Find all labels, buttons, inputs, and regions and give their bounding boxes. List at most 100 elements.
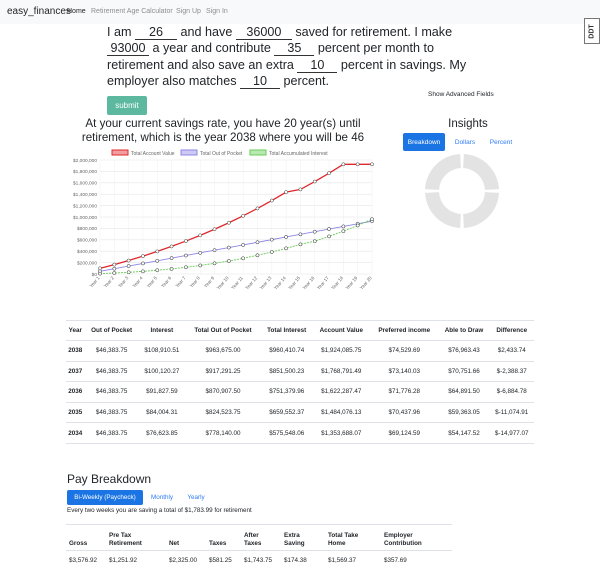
table-cell: $-2,388.37 <box>489 361 534 383</box>
x-tick-label: Year 3 <box>117 275 130 289</box>
table-cell: $778,140.00 <box>185 422 261 444</box>
table-cell: $59,363.05 <box>438 402 490 424</box>
data-point <box>327 171 331 176</box>
column-header: Total Out of Pocket <box>185 320 261 341</box>
data-point <box>327 227 331 231</box>
y-tick-label: $200,000 <box>77 260 97 266</box>
form-text: I am <box>107 25 132 39</box>
table-cell: $71,776.28 <box>369 381 439 403</box>
data-point <box>155 258 160 263</box>
table-cell: 2035 <box>66 402 85 424</box>
legend-swatch <box>111 149 129 156</box>
table-cell: $3,576.92 <box>69 557 98 565</box>
legend-swatch <box>249 149 267 156</box>
table-cell: $1,622,287.47 <box>312 381 370 403</box>
data-point <box>126 264 131 268</box>
pay-summary-note: Every two weeks you are saving a total o… <box>67 507 252 514</box>
insights-title: Insights <box>448 118 488 130</box>
table-cell: $91,827.59 <box>138 381 186 403</box>
table-cell: $963,675.00 <box>185 340 261 362</box>
tab-bi-weekly[interactable]: Bi-Weekly (Paycheck) <box>67 490 143 505</box>
table-cell: $357.69 <box>384 557 407 565</box>
nav-sign-up[interactable]: Sign Up <box>176 8 201 15</box>
table-cell: $70,437.96 <box>369 402 439 424</box>
donut-segment <box>463 154 499 190</box>
y-tick-label: $1,200,000 <box>73 203 97 209</box>
table-row: 2038 $46,383.75 $108,910.51 $963,675.00 … <box>66 340 534 362</box>
table-cell: $1,569.37 <box>328 557 357 565</box>
table-cell: $870,907.50 <box>185 381 261 403</box>
x-tick-label: Year 2 <box>103 275 116 289</box>
savings-input[interactable]: 36000 <box>235 25 292 40</box>
table-cell: $851,500.23 <box>260 361 313 383</box>
x-tick-label: Year 1 <box>88 275 101 289</box>
data-point <box>312 229 317 234</box>
tab-yearly[interactable]: Yearly <box>181 490 211 505</box>
data-point <box>198 250 203 255</box>
table-row: $3,576.92 $1,251.92 $2,325.00 $581.25 $1… <box>66 551 452 571</box>
table-cell: $76,623.85 <box>138 422 186 444</box>
data-point <box>255 253 260 258</box>
x-tick-label: Year 12 <box>244 275 258 291</box>
data-point <box>98 271 102 276</box>
data-point <box>184 265 188 270</box>
x-tick-label: Year 10 <box>216 275 230 291</box>
nav-home[interactable]: Home <box>67 8 86 15</box>
column-header: Difference <box>489 320 534 341</box>
column-header: Total Take Home <box>325 524 381 551</box>
column-header: Out of Pocket <box>84 320 139 341</box>
table-cell: $73,140.03 <box>369 361 439 383</box>
x-tick-label: Year 6 <box>160 275 173 289</box>
data-point <box>126 270 131 275</box>
table-cell: $69,124.59 <box>369 422 439 444</box>
data-point <box>284 246 288 251</box>
nav-retirement-age-calculator[interactable]: Retirement Age Calculator <box>91 8 173 15</box>
data-point <box>312 239 317 244</box>
data-point <box>269 198 274 203</box>
retirement-summary: At your current savings rate, you have 2… <box>81 117 365 144</box>
data-point <box>212 227 217 232</box>
form-text: saved for retirement. I make <box>295 25 453 39</box>
contribution-input[interactable]: 35 <box>274 41 315 57</box>
tab-percent[interactable]: Percent <box>484 133 518 151</box>
data-point <box>370 217 374 222</box>
employer-match-input[interactable]: 10 <box>240 74 280 90</box>
show-advanced-fields-link[interactable]: Show Advanced Fields <box>428 91 494 98</box>
tab-dollars[interactable]: Dollars <box>448 133 482 151</box>
data-point <box>112 271 117 275</box>
x-tick-label: Year 11 <box>230 275 244 290</box>
ddt-badge[interactable]: DDT <box>584 18 600 44</box>
data-point <box>198 233 203 238</box>
y-tick-label: $1,400,000 <box>73 192 97 198</box>
column-header: Pre Tax Retirement <box>106 524 166 551</box>
data-point <box>169 244 174 249</box>
nav-sign-in[interactable]: Sign In <box>206 8 228 15</box>
table-cell: $46,383.75 <box>84 381 139 403</box>
submit-button[interactable]: submit <box>107 96 147 115</box>
x-tick-label: Year 8 <box>189 275 202 289</box>
data-point <box>284 235 288 239</box>
table-cell: $2,325.00 <box>169 557 198 565</box>
data-point <box>241 213 246 218</box>
series-line <box>99 163 372 269</box>
age-input[interactable]: 26 <box>135 25 177 40</box>
tab-breakdown[interactable]: Breakdown <box>403 133 445 151</box>
table-cell: $76,963.43 <box>438 340 490 362</box>
table-cell: $70,751.66 <box>438 361 490 383</box>
table-cell: $108,910.51 <box>138 340 186 362</box>
data-point <box>226 220 231 225</box>
brand-logo[interactable]: easy_finances <box>7 6 71 17</box>
table-cell: $174.38 <box>284 557 307 565</box>
pay-breakdown-title: Pay Breakdown <box>67 472 152 486</box>
data-point <box>169 256 174 260</box>
form-text: percent. <box>283 74 330 89</box>
donut-segment <box>425 154 461 190</box>
y-tick-label: $1,800,000 <box>73 169 97 175</box>
income-input[interactable]: 93000 <box>107 41 149 57</box>
x-tick-label: Year 17 <box>316 275 330 291</box>
tab-monthly[interactable]: Monthly <box>145 490 179 505</box>
table-header-row: Gross Pre Tax Retirement Net Taxes After T… <box>66 524 452 551</box>
data-point <box>184 253 188 258</box>
extra-savings-input[interactable]: 10 <box>297 58 338 73</box>
y-tick-label: $1,600,000 <box>73 181 97 187</box>
